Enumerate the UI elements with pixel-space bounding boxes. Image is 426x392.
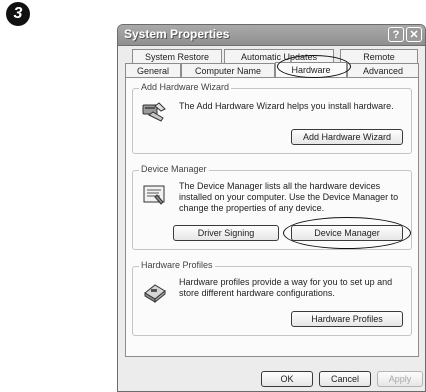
add-hardware-description: The Add Hardware Wizard helps you instal… xyxy=(179,101,394,111)
device-manager-description: The Device Manager lists all the hardwar… xyxy=(179,181,399,213)
hardware-profiles-icon xyxy=(144,284,166,303)
tab-remote[interactable]: Remote xyxy=(340,49,418,63)
hardware-profiles-legend: Hardware Profiles xyxy=(139,260,215,270)
help-button[interactable]: ? xyxy=(388,27,404,42)
cancel-button[interactable]: Cancel xyxy=(319,371,371,387)
tab-computer-name[interactable]: Computer Name xyxy=(181,63,275,77)
add-hardware-wizard-button[interactable]: Add Hardware Wizard xyxy=(291,129,403,145)
hardware-profiles-button[interactable]: Hardware Profiles xyxy=(291,311,403,327)
hardware-profiles-group: Hardware Profiles Hardware profiles prov… xyxy=(132,260,412,336)
device-manager-icon xyxy=(143,185,165,205)
step-number-badge: 3 xyxy=(6,2,30,26)
tab-general[interactable]: General xyxy=(125,63,181,77)
tab-advanced[interactable]: Advanced xyxy=(347,63,419,77)
tab-hardware[interactable]: Hardware xyxy=(275,62,347,77)
tab-system-restore[interactable]: System Restore xyxy=(132,49,222,63)
device-manager-legend: Device Manager xyxy=(139,164,209,174)
apply-button[interactable]: Apply xyxy=(377,371,423,387)
add-hardware-group: Add Hardware Wizard The Add Hardware Wiz… xyxy=(132,82,412,154)
ok-button[interactable]: OK xyxy=(261,371,313,387)
hardware-tab-panel: Add Hardware Wizard The Add Hardware Wiz… xyxy=(125,77,419,357)
close-button[interactable]: ✕ xyxy=(406,27,422,42)
system-properties-dialog: System Properties ? ✕ System Restore Aut… xyxy=(117,24,426,392)
driver-signing-button[interactable]: Driver Signing xyxy=(173,225,279,241)
add-hardware-legend: Add Hardware Wizard xyxy=(139,82,232,92)
hardware-profiles-description: Hardware profiles provide a way for you … xyxy=(179,277,393,298)
tab-automatic-updates[interactable]: Automatic Updates xyxy=(224,49,334,63)
device-manager-button[interactable]: Device Manager xyxy=(291,225,403,241)
title-bar[interactable]: System Properties ? ✕ xyxy=(118,25,425,46)
add-hardware-wizard-icon xyxy=(142,102,166,122)
window-title: System Properties xyxy=(124,27,230,41)
device-manager-group: Device Manager The Device Manager lists … xyxy=(132,164,412,250)
